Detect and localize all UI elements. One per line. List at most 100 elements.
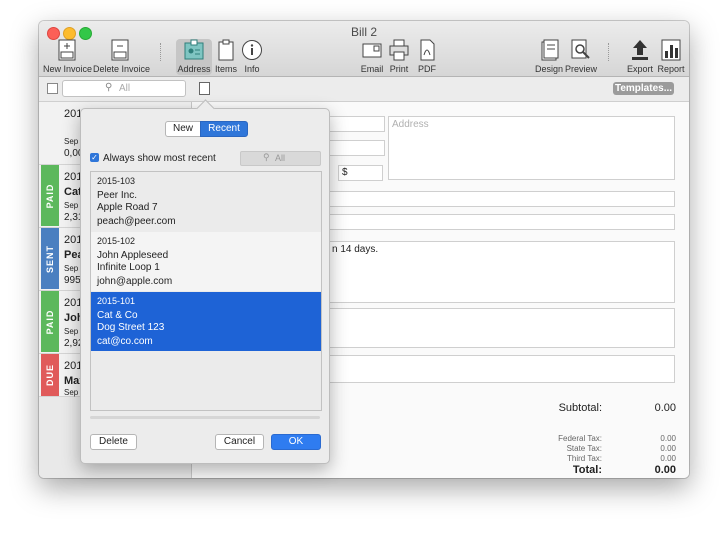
design-icon [538, 39, 560, 61]
always-show-checkbox[interactable]: ✓ [90, 153, 99, 162]
info-icon [241, 39, 263, 61]
invoice-search-field[interactable]: ⚲ All [62, 80, 186, 97]
secondary-toolbar: ⚲ All Templates... [39, 77, 689, 102]
printer-icon [388, 39, 410, 61]
subtotal-label: Subtotal: [558, 402, 602, 414]
subtotal-value: 0.00 [654, 402, 676, 414]
preview-button[interactable]: Preview [565, 39, 597, 75]
templates-button[interactable]: Templates... [613, 82, 674, 95]
tab-recent[interactable]: Recent [200, 121, 248, 137]
reference-field[interactable] [328, 214, 675, 230]
record-id: 2015-102 [97, 236, 136, 246]
window-title: Bill 2 [350, 25, 377, 39]
new-invoice-icon [56, 39, 78, 61]
list-scroll-track[interactable] [90, 416, 320, 419]
record-street: Dog Street 123 [97, 322, 165, 333]
state-tax-value: 0.00 [660, 444, 676, 453]
sidebar-toggle-button[interactable] [47, 83, 58, 94]
pdf-icon [416, 39, 438, 61]
record-name: John Appleseed [97, 250, 169, 261]
search-placeholder: All [119, 83, 131, 94]
export-label: Export [626, 64, 653, 74]
new-invoice-label: New Invoice [43, 64, 93, 74]
recent-search-placeholder: All [275, 153, 286, 163]
record-email: john@apple.com [97, 276, 173, 287]
new-invoice-button[interactable]: New Invoice [43, 39, 93, 75]
footer-field[interactable] [328, 355, 675, 383]
record-name: Peer Inc. [97, 190, 138, 201]
export-arrow-icon [629, 39, 651, 61]
design-label: Design [534, 64, 563, 74]
email-label: Email [360, 64, 384, 74]
address-book-icon[interactable] [199, 82, 210, 95]
delete-button[interactable]: Delete [90, 434, 137, 450]
email-button[interactable]: Email [359, 39, 385, 75]
record-id: 2015-101 [97, 296, 136, 306]
list-item[interactable]: 2015-102 John Appleseed Infinite Loop 1 … [91, 232, 321, 291]
design-button[interactable]: Design [534, 39, 564, 75]
pdf-label: PDF [418, 64, 436, 74]
info-label: Info [244, 64, 260, 74]
items-label: Items [214, 64, 237, 74]
recent-addresses-list: 2015-103 Peer Inc. Apple Road 7 peach@pe… [90, 171, 322, 411]
envelope-icon [361, 39, 383, 61]
pdf-button[interactable]: PDF [415, 39, 439, 75]
info-button[interactable]: Info [241, 39, 263, 75]
state-tax-label: State Tax: [566, 444, 602, 453]
notes-field[interactable]: n 14 days. [328, 241, 675, 303]
delete-invoice-label: Delete Invoice [93, 64, 151, 74]
client-company-field[interactable] [328, 140, 385, 156]
record-name: Cat & Co [97, 310, 138, 321]
tab-new[interactable]: New [165, 121, 201, 137]
currency-symbol: $ [342, 167, 348, 178]
federal-tax-label: Federal Tax: [558, 434, 602, 443]
delete-invoice-button[interactable]: Delete Invoice [93, 39, 151, 75]
status-badge: PAID [41, 165, 59, 226]
total-value: 0.00 [654, 464, 676, 476]
bar-chart-icon [660, 39, 682, 61]
subject-field[interactable] [328, 191, 675, 207]
list-item-selected[interactable]: 2015-101 Cat & Co Dog Street 123 cat@co.… [91, 292, 321, 351]
record-street: Infinite Loop 1 [97, 262, 160, 273]
export-button[interactable]: Export [625, 39, 655, 75]
address-label: Address [177, 64, 211, 74]
address-field[interactable]: Address [388, 116, 675, 180]
record-street: Apple Road 7 [97, 202, 158, 213]
currency-field[interactable]: $ [338, 165, 383, 181]
items-button[interactable]: Items [213, 39, 239, 75]
third-tax-value: 0.00 [660, 454, 676, 463]
notes-text: n 14 days. [332, 244, 379, 255]
address-popover: New Recent ✓ Always show most recent ⚲ A… [80, 108, 330, 464]
print-label: Print [389, 64, 409, 74]
federal-tax-value: 0.00 [660, 434, 676, 443]
total-label: Total: [572, 464, 602, 476]
items-field[interactable] [328, 308, 675, 348]
status-badge: SENT [41, 228, 59, 289]
record-email: peach@peer.com [97, 216, 176, 227]
print-button[interactable]: Print [386, 39, 412, 75]
report-label: Report [657, 64, 685, 74]
list-item[interactable]: 2015-103 Peer Inc. Apple Road 7 peach@pe… [91, 172, 321, 231]
address-placeholder: Address [392, 119, 429, 130]
search-icon: ⚲ [105, 82, 113, 93]
cancel-button[interactable]: Cancel [215, 434, 264, 450]
toolbar-separator [160, 43, 162, 61]
magnifier-document-icon [570, 39, 592, 61]
record-id: 2015-103 [97, 176, 136, 186]
title-bar: Bill 2 New Invoice Delete Invoice Addres… [39, 21, 689, 77]
preview-label: Preview [565, 64, 598, 74]
ok-button[interactable]: OK [271, 434, 321, 450]
recent-search-field[interactable]: ⚲ All [240, 151, 321, 166]
invoice-amount: 995 [64, 275, 81, 286]
record-email: cat@co.com [97, 336, 153, 347]
toolbar-separator [608, 43, 610, 61]
address-button[interactable]: Address [176, 39, 212, 75]
status-badge: PAID [41, 291, 59, 352]
clipboard-icon [215, 39, 237, 61]
third-tax-label: Third Tax: [567, 454, 602, 463]
report-button[interactable]: Report [656, 39, 686, 75]
client-name-field[interactable] [328, 116, 385, 132]
delete-invoice-icon [109, 39, 131, 61]
status-badge: DUE [41, 354, 59, 396]
always-show-label: Always show most recent [103, 153, 216, 164]
